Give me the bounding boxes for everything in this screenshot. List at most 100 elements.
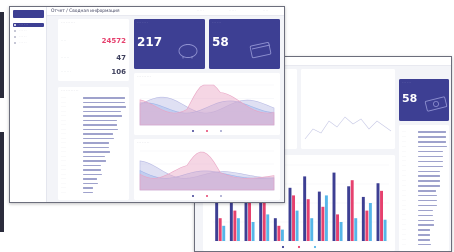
list-bar xyxy=(418,229,430,231)
list-bar xyxy=(83,191,94,194)
summary-row: · · · · · · 47 xyxy=(61,54,126,62)
list-item: · · · · xyxy=(402,185,446,187)
list-item: · · · · xyxy=(402,141,447,143)
bar xyxy=(222,225,226,241)
kpi-value: 58 xyxy=(212,35,229,49)
bar xyxy=(354,218,358,241)
bar xyxy=(288,187,292,241)
list-bar xyxy=(418,131,446,133)
bar xyxy=(266,214,270,241)
list-item: · · · · · xyxy=(61,133,126,135)
dot-icon xyxy=(14,36,16,38)
top-meta[interactable]: · · · · · xyxy=(229,9,236,13)
summary-row: · · · · 24572 xyxy=(61,37,126,45)
list-bar xyxy=(418,195,437,197)
nav-item-summary[interactable]: · · · · · · xyxy=(13,23,44,27)
list-item: · · · · xyxy=(402,175,446,177)
list-bar xyxy=(83,119,117,122)
list-item: · · · · · xyxy=(61,147,126,149)
money-icon xyxy=(424,96,448,112)
list-bar xyxy=(418,170,440,172)
list-item: · · · · xyxy=(402,219,446,221)
kpi-value: 58 xyxy=(402,92,418,105)
nav-item-reports[interactable]: · · · · · xyxy=(13,35,44,39)
list-item: · · · · xyxy=(402,200,446,202)
legend-swatch xyxy=(220,130,222,132)
nav-item-settings[interactable]: · · · · · xyxy=(13,41,44,45)
background-window-edge xyxy=(0,132,4,232)
card-label: · · · · · · · xyxy=(137,21,148,24)
list-item: · · · · xyxy=(402,160,446,162)
list-item: · · · · xyxy=(402,244,446,246)
top-meta[interactable]: · · · · xyxy=(263,9,268,13)
bar xyxy=(273,218,277,241)
ranking-card: · · · · · · · · · · · · · · · · · · · · · · ·… xyxy=(399,125,449,251)
list-item: · · · · xyxy=(402,131,446,133)
list-item: · · · · xyxy=(402,190,446,192)
bar xyxy=(365,210,369,241)
top-meta[interactable]: · · · · · xyxy=(197,9,204,13)
list-item: · · · · xyxy=(402,229,446,231)
list-item: · · · · · xyxy=(61,160,126,162)
list-bar xyxy=(83,164,101,167)
list-item: · · · · · xyxy=(61,142,126,144)
background-window-edge xyxy=(0,12,4,98)
kpi-value: 217 xyxy=(137,35,163,49)
nav-item-analytics[interactable]: · · · · · xyxy=(13,29,44,33)
list-bar xyxy=(83,124,118,126)
list-bar xyxy=(83,182,98,185)
dashboard-window: · · · · · · · · · · · · · · · · · · · · … xyxy=(9,6,285,203)
list-bar xyxy=(418,150,443,153)
bar xyxy=(277,225,281,241)
bar xyxy=(361,196,365,241)
list-item: · · · · xyxy=(402,151,446,153)
legend-swatch xyxy=(220,195,222,197)
list-item: · · · · xyxy=(402,165,446,167)
top-bar: Отчет / Сводная информация · · · · · · ·… xyxy=(47,7,284,16)
area-chart-card: · · · · · · · · · xyxy=(134,73,280,135)
card-label: · · · · · · · · · · · xyxy=(61,89,79,92)
list-bar xyxy=(83,137,114,140)
credit-card-icon xyxy=(249,42,272,59)
list-bar xyxy=(418,185,441,187)
area-chart xyxy=(139,150,275,197)
list-item: · · · · xyxy=(402,170,446,172)
list-bar xyxy=(418,136,447,138)
bar xyxy=(251,222,255,241)
list-bar xyxy=(83,178,98,180)
list-bar xyxy=(418,180,440,182)
list-bar xyxy=(83,160,106,162)
bar xyxy=(336,214,339,241)
list-bar xyxy=(83,115,122,117)
list-item: · · · · · xyxy=(61,165,126,167)
card-label: · · · · · · · · · xyxy=(61,21,76,24)
bar xyxy=(218,218,222,241)
bar xyxy=(376,183,380,241)
card-label: · · · · · · xyxy=(212,21,222,24)
list-bar xyxy=(418,190,437,192)
bar xyxy=(324,195,328,241)
list-item: · · · · · xyxy=(61,106,126,108)
list-bar xyxy=(418,175,440,177)
list-bar xyxy=(83,133,114,135)
area-chart-partial xyxy=(304,116,392,140)
list-item: · · · · · xyxy=(61,192,126,194)
bar xyxy=(383,219,387,241)
list-bar xyxy=(83,146,110,149)
list-bar xyxy=(418,160,444,163)
list-bar xyxy=(83,97,125,99)
bar xyxy=(380,190,383,241)
dot-icon xyxy=(14,42,16,44)
kpi-card: · · · · · · 58 xyxy=(209,19,280,69)
list-item: · · · · · xyxy=(61,129,126,131)
legend-swatch xyxy=(297,245,301,249)
list-bar xyxy=(83,155,106,158)
list-item: · · · · · xyxy=(61,169,126,171)
sidebar: · · · · · · · · · · · · · · · · · · · · … xyxy=(10,7,47,202)
summary-value: 106 xyxy=(111,68,126,76)
list-bar xyxy=(418,141,447,143)
bar xyxy=(303,176,307,241)
list-item: · · · · xyxy=(402,234,446,236)
list-item: · · · · · xyxy=(61,174,126,176)
area-chart xyxy=(139,84,275,132)
